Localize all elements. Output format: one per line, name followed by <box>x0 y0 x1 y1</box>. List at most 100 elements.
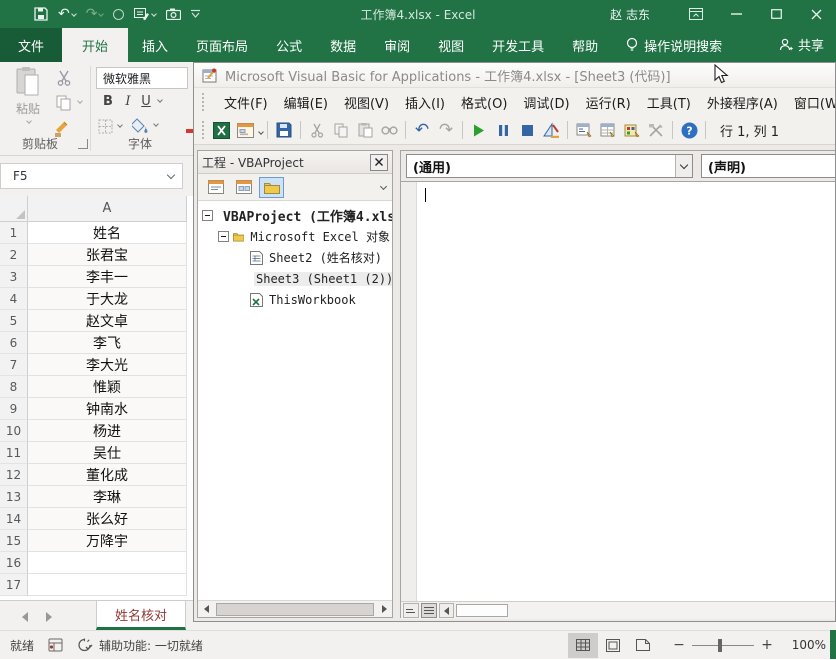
object-dropdown[interactable]: (通用) <box>406 154 693 178</box>
zoom-slider[interactable] <box>692 645 754 646</box>
cell[interactable]: 万降宇 <box>28 530 187 552</box>
row-header[interactable]: 9 <box>0 398 28 420</box>
project-explorer-icon[interactable] <box>572 118 596 142</box>
normal-view-button[interactable] <box>568 633 598 658</box>
menu-view[interactable]: 视图(V) <box>336 93 397 112</box>
cell[interactable]: 李丰一 <box>28 266 187 288</box>
project-hscrollbar[interactable] <box>198 600 392 617</box>
maximize-button[interactable] <box>756 0 796 28</box>
scrollbar-thumb[interactable] <box>216 603 374 616</box>
design-mode-icon[interactable] <box>539 118 563 142</box>
name-box[interactable]: F5 <box>0 163 183 189</box>
object-browser-icon[interactable] <box>620 118 644 142</box>
tell-me-search[interactable]: 操作说明搜索 <box>626 28 722 62</box>
zoom-in-button[interactable]: + <box>760 637 774 653</box>
menu-format[interactable]: 格式(O) <box>453 93 515 112</box>
zoom-slider-thumb[interactable] <box>718 639 722 652</box>
borders-icon[interactable] <box>98 119 113 134</box>
menu-edit[interactable]: 编辑(E) <box>276 93 336 112</box>
minimize-button[interactable] <box>716 0 756 28</box>
reset-icon[interactable] <box>515 118 539 142</box>
scroll-right-icon[interactable] <box>376 601 392 617</box>
view-object-button[interactable] <box>231 177 256 198</box>
tab-data[interactable]: 数据 <box>316 28 370 62</box>
scroll-left-icon[interactable] <box>198 601 214 617</box>
tree-item-excel-objects[interactable]: Microsoft Excel 对象 <box>198 226 392 247</box>
tree-item-project[interactable]: VBAProject (工作簿4.xls <box>198 205 392 226</box>
project-close-button[interactable] <box>370 154 388 171</box>
cell[interactable]: 姓名 <box>28 222 187 244</box>
cell[interactable]: 杨进 <box>28 420 187 442</box>
collapse-icon[interactable] <box>202 210 213 221</box>
undo-icon[interactable]: ↶ <box>58 5 76 23</box>
row-header[interactable]: 11 <box>0 442 28 464</box>
row-header[interactable]: 2 <box>0 244 28 266</box>
close-button[interactable] <box>796 0 836 28</box>
code-scrollbar-thumb[interactable] <box>456 604 508 617</box>
row-header[interactable]: 17 <box>0 574 28 596</box>
borders-dropdown-icon[interactable] <box>116 123 122 127</box>
run-icon[interactable] <box>467 118 491 142</box>
insert-userform-icon[interactable] <box>233 118 257 142</box>
zoom-out-button[interactable]: − <box>672 637 686 653</box>
quick-edit-dropdown-icon[interactable] <box>152 11 158 17</box>
procedure-view-button[interactable] <box>403 603 419 618</box>
collapse-icon[interactable] <box>218 231 229 242</box>
tab-file[interactable]: 文件 <box>0 28 62 62</box>
fill-color-dropdown-icon[interactable] <box>152 122 158 126</box>
menu-run[interactable]: 运行(R) <box>578 93 639 112</box>
italic-button[interactable]: I <box>120 94 136 109</box>
view-code-button[interactable] <box>203 177 228 198</box>
sheet-nav-right-icon[interactable] <box>46 612 52 622</box>
row-header[interactable]: 1 <box>0 222 28 244</box>
font-color-icon[interactable] <box>186 118 193 134</box>
cell[interactable]: 钟南水 <box>28 398 187 420</box>
cell[interactable] <box>28 574 187 596</box>
camera-icon[interactable] <box>166 5 181 23</box>
cell[interactable]: 吴仕 <box>28 442 187 464</box>
user-name[interactable]: 赵 志东 <box>610 6 650 23</box>
tree-item-sheet3[interactable]: Sheet3 (Sheet1 (2)) <box>198 268 392 289</box>
cell[interactable]: 董化成 <box>28 464 187 486</box>
row-header[interactable]: 3 <box>0 266 28 288</box>
name-box-dropdown-icon[interactable] <box>167 171 175 179</box>
cell[interactable]: 赵文卓 <box>28 310 187 332</box>
row-header[interactable]: 13 <box>0 486 28 508</box>
menu-addins[interactable]: 外接程序(A) <box>699 93 786 112</box>
tab-developer[interactable]: 开发工具 <box>478 28 558 62</box>
tree-item-thisworkbook[interactable]: ThisWorkbook <box>198 289 392 310</box>
undo-icon[interactable]: ↶ <box>410 118 434 142</box>
insert-object-dropdown-icon[interactable] <box>257 123 263 137</box>
toggle-folders-button[interactable] <box>259 177 284 198</box>
properties-window-icon[interactable] <box>596 118 620 142</box>
circle-icon[interactable] <box>113 5 124 23</box>
code-scroll-left-icon[interactable] <box>439 603 454 618</box>
cell[interactable]: 李琳 <box>28 486 187 508</box>
fill-color-icon[interactable] <box>132 118 149 134</box>
select-all-corner[interactable] <box>0 196 28 222</box>
cell[interactable] <box>28 552 187 574</box>
tab-review[interactable]: 审阅 <box>370 28 424 62</box>
ribbon-display-options-icon[interactable] <box>676 0 716 28</box>
tab-formulas[interactable]: 公式 <box>262 28 316 62</box>
page-break-view-button[interactable] <box>628 633 658 658</box>
vba-titlebar[interactable]: Microsoft Visual Basic for Applications … <box>194 63 835 88</box>
macro-record-icon[interactable] <box>48 638 63 652</box>
underline-button[interactable]: U <box>138 94 154 109</box>
cell[interactable]: 于大龙 <box>28 288 187 310</box>
row-header[interactable]: 16 <box>0 552 28 574</box>
code-editor[interactable] <box>401 181 836 601</box>
cell[interactable]: 张么好 <box>28 508 187 530</box>
menu-file[interactable]: 文件(F) <box>216 93 276 112</box>
row-header[interactable]: 4 <box>0 288 28 310</box>
clipboard-dialog-launcher-icon[interactable] <box>78 139 88 149</box>
view-excel-icon[interactable] <box>209 118 233 142</box>
sheet-nav-left-icon[interactable] <box>22 612 28 622</box>
zoom-level[interactable]: 100% <box>774 638 826 652</box>
bold-button[interactable]: B <box>100 94 116 109</box>
font-name-box[interactable]: 微软雅黑 <box>96 67 188 89</box>
procedure-dropdown[interactable]: (声明) <box>701 154 836 178</box>
cell[interactable]: 张君宝 <box>28 244 187 266</box>
menu-debug[interactable]: 调试(D) <box>515 93 577 112</box>
row-header[interactable]: 12 <box>0 464 28 486</box>
